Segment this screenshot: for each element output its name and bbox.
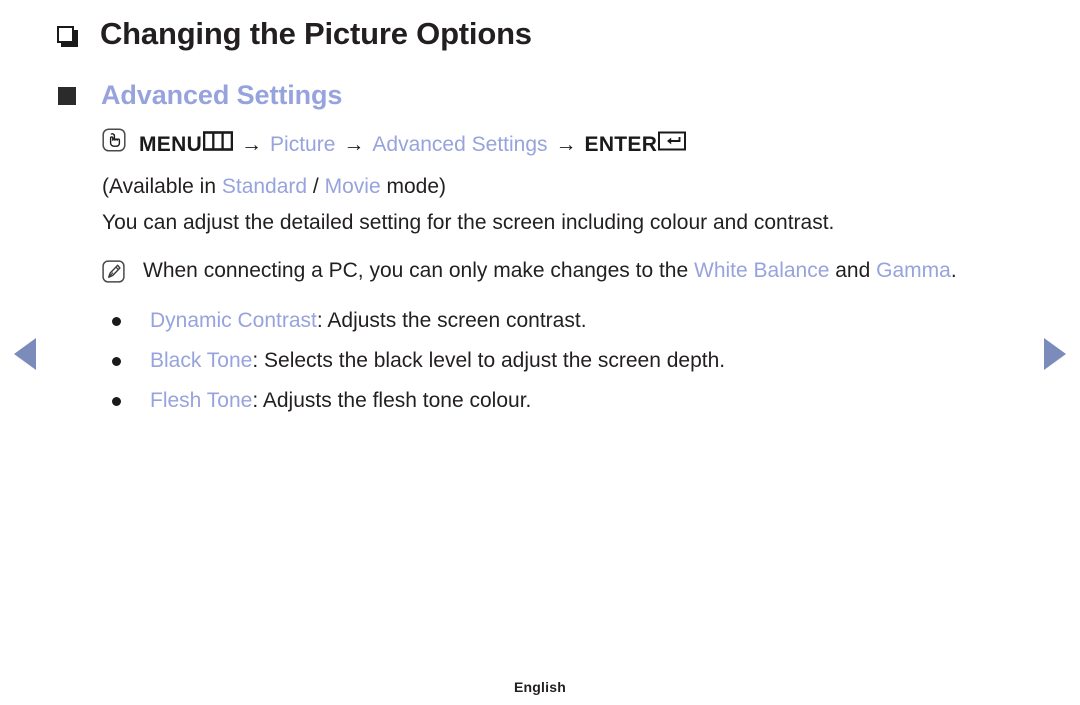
availability-prefix: (Available in: [102, 175, 222, 198]
path-arrow-3: →: [555, 132, 577, 156]
page-title: Changing the Picture Options: [100, 16, 532, 51]
enter-label: ENTER: [584, 132, 658, 156]
option-term: Dynamic Contrast: [150, 309, 317, 332]
footer-language: English: [514, 679, 566, 695]
note-highlight-white-balance: White Balance: [694, 259, 830, 282]
note-pencil-icon: [102, 260, 125, 288]
option-entry: Dynamic Contrast: Adjusts the screen con…: [150, 303, 587, 339]
filled-square-icon: [58, 87, 76, 105]
availability-suffix: mode): [380, 175, 446, 198]
availability-line: (Available in Standard / Movie mode): [102, 169, 1032, 205]
note-text-part-1: When connecting a PC, you can only make …: [143, 259, 694, 282]
bullet-dot-icon: [112, 357, 121, 366]
option-term: Flesh Tone: [150, 389, 253, 412]
page-title-row: Changing the Picture Options: [56, 14, 1080, 54]
note-text: When connecting a PC, you can only make …: [143, 253, 957, 289]
section-heading: Advanced Settings: [101, 80, 343, 110]
menu-step-picture: Picture: [270, 132, 336, 156]
note-row: When connecting a PC, you can only make …: [102, 253, 1032, 289]
availability-mode-movie: Movie: [324, 175, 381, 198]
option-definition: : Adjusts the screen contrast.: [316, 309, 587, 332]
list-item: Dynamic Contrast: Adjusts the screen con…: [102, 303, 1032, 339]
note-highlight-gamma: Gamma: [876, 259, 951, 282]
path-arrow-2: →: [343, 132, 365, 156]
option-definition: : Adjusts the flesh tone colour.: [252, 389, 532, 412]
menu-label: MENU: [139, 132, 203, 156]
option-term: Black Tone: [150, 349, 253, 372]
bullet-dot-icon: [112, 317, 121, 326]
option-definition: : Selects the black level to adjust the …: [252, 349, 726, 372]
availability-separator: /: [307, 175, 325, 198]
list-item: Black Tone: Selects the black level to a…: [102, 343, 1032, 379]
section-heading-row: Advanced Settings: [58, 76, 1080, 114]
menu-step-advanced-settings: Advanced Settings: [372, 132, 548, 156]
option-list: Dynamic Contrast: Adjusts the screen con…: [102, 303, 1032, 419]
bullet-dot-icon: [112, 397, 121, 406]
section-body: MENU → Picture → Advanced Settings → ENT…: [102, 128, 1032, 419]
note-text-part-3: .: [950, 259, 957, 282]
menu-grid-icon: [202, 130, 234, 160]
enter-return-icon: [658, 130, 687, 160]
section-description: You can adjust the detailed setting for …: [102, 211, 835, 234]
option-entry: Black Tone: Selects the black level to a…: [150, 343, 725, 379]
hollow-square-shadow-icon: [56, 14, 82, 54]
menu-path: MENU → Picture → Advanced Settings → ENT…: [102, 128, 1032, 161]
hand-press-button-icon: [102, 128, 126, 161]
list-item: Flesh Tone: Adjusts the flesh tone colou…: [102, 383, 1032, 419]
availability-mode-standard: Standard: [221, 175, 308, 198]
option-entry: Flesh Tone: Adjusts the flesh tone colou…: [150, 383, 531, 419]
path-arrow-1: →: [241, 132, 263, 156]
note-text-part-2: and: [829, 259, 877, 282]
manual-page: Changing the Picture Options Advanced Se…: [0, 0, 1080, 705]
